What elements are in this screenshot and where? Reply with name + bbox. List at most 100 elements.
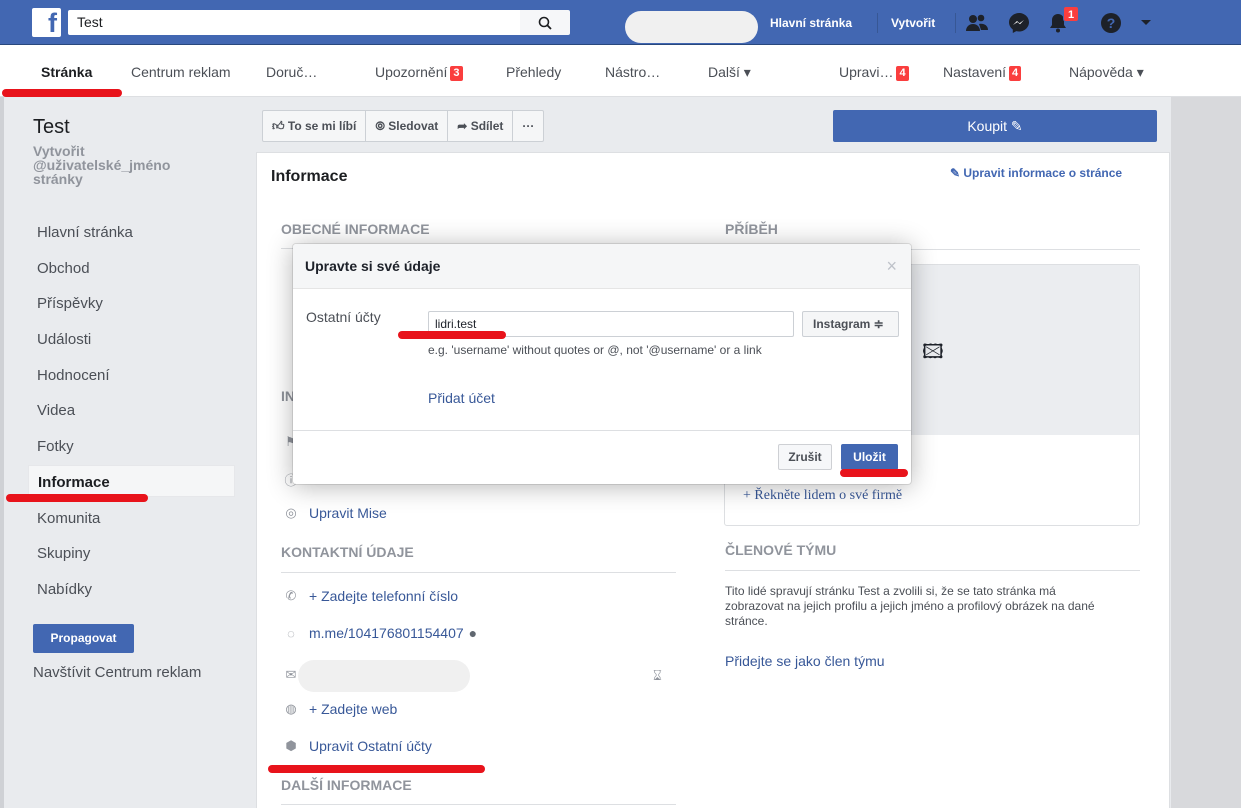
tab-label: Nastavení [943, 64, 1007, 80]
promote-button[interactable]: Propagovat [33, 624, 134, 653]
tab-badge: 4 [1009, 66, 1022, 81]
sidebar-item-community[interactable]: Komunita [28, 502, 235, 534]
sidebar-item-reviews[interactable]: Hodnocení [28, 359, 235, 391]
tell-story-link[interactable]: + Řekněte lidem o své firmě [743, 488, 902, 504]
sidebar-item-about[interactable]: Informace [28, 465, 235, 497]
annotation-mark [398, 331, 506, 339]
sidebar-item-shop[interactable]: Obchod [28, 252, 235, 284]
pencil-icon: ✎ [950, 166, 964, 180]
team-description: Tito lidé spravují stránku Test a zvolil… [725, 584, 1095, 628]
thumbs-up-icon: 👍︎ [272, 119, 288, 133]
platform-select[interactable]: Instagram ≑ [802, 311, 899, 337]
create-link[interactable]: Vytvořit [891, 16, 935, 30]
edit-page-info-link[interactable]: ✎ Upravit informace o stránce [950, 166, 1122, 180]
follow-button[interactable]: ⦾ Sledovat [366, 111, 449, 141]
tab-insights[interactable]: Přehledy [506, 64, 561, 80]
sidebar-item-offers[interactable]: Nabídky [28, 573, 235, 605]
account-menu-chevron-icon[interactable] [1134, 11, 1158, 35]
messenger-label: m.me/104176801154407 [309, 625, 464, 641]
cancel-button[interactable]: Zrušit [778, 444, 832, 470]
join-team-link[interactable]: Přidejte se jako člen týmu [725, 653, 885, 669]
story-header: PŘÍBĚH [725, 221, 778, 237]
other-accounts-label: Ostatní účty [306, 309, 381, 325]
divider [877, 13, 878, 33]
page-name[interactable]: Test [33, 116, 70, 139]
sidebar-item-home[interactable]: Hlavní stránka [28, 216, 235, 248]
save-button[interactable]: Uložit [841, 444, 898, 470]
like-label: To se mi líbí [287, 119, 357, 133]
annotation-mark [268, 765, 485, 773]
add-photo-icon[interactable]: 🖾 [922, 337, 944, 371]
search-icon [538, 16, 552, 30]
other-accounts-label: Upravit Ostatní účty [309, 738, 432, 754]
tab-more[interactable]: Další ▾ [708, 64, 751, 81]
add-account-link[interactable]: Přidat účet [428, 390, 495, 406]
tab-label: Centrum reklam [131, 64, 231, 80]
divider [281, 804, 676, 805]
friends-icon[interactable] [965, 11, 989, 35]
sidebar-item-posts[interactable]: Příspěvky [28, 287, 235, 319]
search-button[interactable] [520, 10, 570, 35]
dialog-title: Upravte si své údaje [305, 258, 441, 274]
website-label: + Zadejte web [309, 701, 398, 717]
tab-label: Další ▾ [708, 64, 751, 80]
close-icon[interactable]: × [886, 256, 897, 277]
tab-notifications[interactable]: Upozornění 3 [375, 64, 463, 81]
tab-label: Upozornění [375, 64, 448, 80]
pencil-icon: ✎ [1010, 118, 1023, 134]
annotation-mark [2, 89, 122, 97]
about-title: Informace [271, 168, 348, 185]
buy-button[interactable]: Koupit ✎ [833, 110, 1157, 142]
tab-label: Nápověda ▾ [1069, 64, 1144, 80]
share-label: Sdílet [470, 119, 504, 133]
left-gutter [0, 97, 4, 808]
messenger-icon[interactable] [1007, 11, 1031, 35]
sidebar-item-groups[interactable]: Skupiny [28, 537, 235, 569]
svg-text:?: ? [1107, 15, 1116, 31]
rss-icon: ⦾ [375, 119, 389, 133]
buy-label: Koupit [967, 118, 1008, 134]
messenger-link[interactable]: ◌ m.me/104176801154407 ● [281, 625, 477, 641]
share-button[interactable]: ➦ Sdílet [448, 111, 514, 141]
more-actions-button[interactable]: ··· [513, 111, 543, 141]
target-icon: ◎ [285, 505, 297, 520]
follow-label: Sledovat [388, 119, 439, 133]
search-input[interactable]: Test [68, 10, 520, 35]
contact-header: KONTAKTNÍ ÚDAJE [281, 544, 414, 560]
divider [281, 572, 676, 573]
team-header: ČLENOVÉ TÝMU [725, 542, 837, 558]
globe-icon: ◍ [285, 701, 297, 716]
email-blurred [298, 660, 470, 692]
home-link[interactable]: Hlavní stránka [770, 16, 852, 30]
more-info-header: DALŠÍ INFORMACE [281, 777, 412, 793]
add-phone-link[interactable]: ✆ + Zadejte telefonní číslo [281, 588, 459, 604]
facebook-logo-icon[interactable]: f [32, 8, 61, 38]
sidebar-item-videos[interactable]: Videa [28, 394, 235, 426]
sidebar-item-photos[interactable]: Fotky [28, 430, 235, 462]
cube-icon: ⬢ [285, 738, 297, 753]
like-button[interactable]: 👍︎ To se mi líbí [263, 111, 367, 141]
share-arrow-icon: ➦ [457, 119, 471, 133]
profile-avatar-blurred[interactable] [625, 11, 758, 43]
tab-inbox[interactable]: Doruč… [266, 64, 317, 80]
tab-label: Doruč… [266, 64, 318, 80]
tab-settings[interactable]: Nastavení 4 [943, 64, 1022, 81]
tab-tools[interactable]: Nástro… [605, 64, 660, 80]
edit-other-accounts-link[interactable]: ⬢ Upravit Ostatní účty [281, 738, 432, 754]
tab-badge: 3 [450, 66, 463, 81]
visit-ads-center-link[interactable]: Navštívit Centrum reklam [33, 664, 201, 681]
tab-page[interactable]: Stránka [41, 64, 92, 80]
dialog-header: Upravte si své údaje × [293, 244, 911, 289]
general-info-header: OBECNÉ INFORMACE [281, 221, 430, 237]
tab-edit[interactable]: Upravi… 4 [839, 64, 909, 81]
tab-help[interactable]: Nápověda ▾ [1069, 64, 1144, 81]
sidebar-item-events[interactable]: Události [28, 323, 235, 355]
tab-ads-center[interactable]: Centrum reklam [131, 64, 231, 80]
edit-mission-link[interactable]: ◎ Upravit Mise [281, 505, 386, 521]
help-icon[interactable]: ? [1099, 11, 1123, 35]
add-website-link[interactable]: ◍ + Zadejte web [281, 701, 397, 717]
tab-label: Nástro… [605, 64, 661, 80]
page-action-bar: 👍︎ To se mi líbí ⦾ Sledovat ➦ Sdílet ··· [262, 110, 545, 142]
create-username-link[interactable]: Vytvořit @uživatelské_jméno stránky [33, 144, 223, 186]
page-nav: Stránka Centrum reklam Doruč… Upozornění… [0, 45, 1241, 97]
